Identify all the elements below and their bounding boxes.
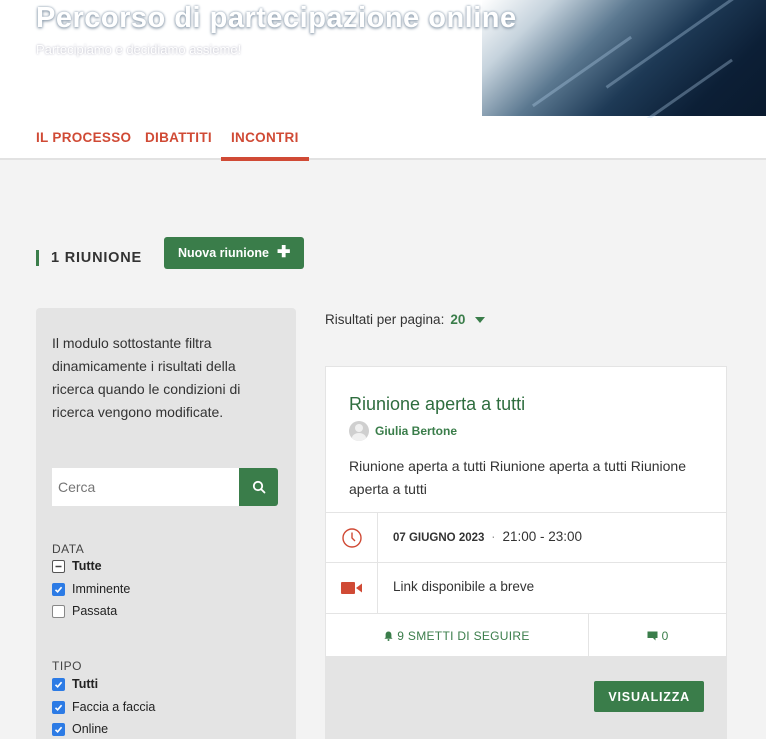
results-per-page: Risultati per pagina: 20 (325, 312, 486, 327)
filter-type-label: TIPO (52, 659, 83, 673)
page-subtitle: Partecipiamo e decidiamo assieme! (36, 42, 242, 57)
meeting-link-text: Link disponibile a breve (393, 579, 535, 594)
filter-date-past[interactable]: Passata (52, 604, 117, 618)
meeting-description: Riunione aperta a tutti Riunione aperta … (349, 458, 686, 497)
search-box (52, 468, 278, 506)
meeting-title[interactable]: Riunione aperta a tutti (349, 394, 525, 415)
filter-type-online-label: Online (72, 722, 109, 736)
link-icon-cell (326, 563, 378, 613)
author-name: Giulia Bertone (375, 424, 458, 438)
section-accent-bar (36, 250, 39, 266)
comment-icon (647, 631, 658, 640)
meeting-card-footer: VISUALIZZA (326, 656, 726, 739)
meeting-date: 07 GIUGNO 2023 (393, 532, 485, 544)
section-header: 1 RIUNIONE (36, 250, 142, 266)
meeting-date-row: 07 GIUGNO 2023 · 21:00 - 23:00 (326, 512, 726, 562)
search-icon (252, 480, 265, 494)
filter-date-all[interactable]: Tutte (52, 559, 102, 573)
search-input[interactable] (52, 468, 239, 506)
video-camera-icon (340, 582, 362, 594)
meeting-actions-row: 9 SMETTI DI SEGUIRE 0 (326, 613, 726, 657)
checkbox-checked-icon[interactable] (52, 722, 65, 736)
avatar (349, 421, 369, 441)
date-separator: · (491, 529, 496, 544)
clock-icon (341, 527, 362, 548)
plus-icon: ✚ (276, 244, 291, 261)
filter-type-in-person[interactable]: Faccia a faccia (52, 700, 155, 714)
checkbox-checked-icon[interactable] (52, 582, 65, 596)
per-page-select[interactable]: 20 (450, 312, 465, 327)
checkbox-checked-icon[interactable] (52, 700, 65, 714)
checkbox-indeterminate-icon[interactable] (52, 559, 65, 573)
filter-panel: Il modulo sottostante filtra dinamicamen… (36, 308, 296, 739)
filter-type-in-person-label: Faccia a faccia (72, 700, 156, 714)
filter-date-past-label: Passata (72, 604, 118, 618)
search-button[interactable] (239, 468, 278, 506)
hero-image (482, 0, 766, 118)
filter-date-all-label: Tutte (72, 559, 102, 573)
filter-description: Il modulo sottostante filtra dinamicamen… (52, 335, 241, 420)
page-title: Percorso di partecipazione online (36, 2, 517, 34)
comments-button[interactable]: 0 (588, 614, 726, 657)
meeting-datetime: 07 GIUGNO 2023 · 21:00 - 23:00 (393, 529, 582, 544)
per-page-label: Risultati per pagina: (325, 312, 445, 327)
tab-incontri[interactable]: INCONTRI (221, 130, 309, 161)
new-meeting-label: Nuova riunione (178, 246, 269, 260)
meeting-time: 21:00 - 23:00 (502, 529, 583, 544)
date-icon-cell (326, 513, 378, 562)
tab-dibattiti[interactable]: DIBATTITI (145, 130, 212, 145)
chevron-down-icon[interactable] (475, 316, 486, 323)
meeting-card: Riunione aperta a tutti Giulia Bertone R… (325, 366, 727, 739)
bell-icon (384, 631, 393, 641)
tab-il-processo[interactable]: IL PROCESSO (36, 130, 131, 145)
filter-date-upcoming[interactable]: Imminente (52, 582, 130, 596)
filter-date-upcoming-label: Imminente (72, 582, 131, 596)
filter-type-online[interactable]: Online (52, 722, 108, 736)
process-tabs: IL PROCESSO DIBATTITI INCONTRI (0, 118, 766, 161)
meeting-author[interactable]: Giulia Bertone (349, 421, 457, 441)
checkbox-checked-icon[interactable] (52, 677, 65, 691)
checkbox-unchecked-icon[interactable] (52, 604, 65, 618)
meetings-count-title: 1 RIUNIONE (51, 250, 142, 266)
new-meeting-button[interactable]: Nuova riunione ✚ (164, 237, 305, 269)
filter-type-all-label: Tutti (72, 677, 99, 691)
comments-count: 0 (661, 628, 669, 643)
view-meeting-button[interactable]: VISUALIZZA (594, 681, 704, 712)
filter-type-all[interactable]: Tutti (52, 677, 98, 691)
unfollow-button[interactable]: 9 SMETTI DI SEGUIRE (326, 614, 588, 657)
unfollow-label: 9 SMETTI DI SEGUIRE (397, 628, 530, 643)
hero-banner: Percorso di partecipazione online Partec… (0, 0, 766, 118)
filter-date-label: DATA (52, 542, 85, 556)
per-page-value: 20 (450, 312, 466, 327)
meeting-link-row: Link disponibile a breve (326, 562, 726, 613)
